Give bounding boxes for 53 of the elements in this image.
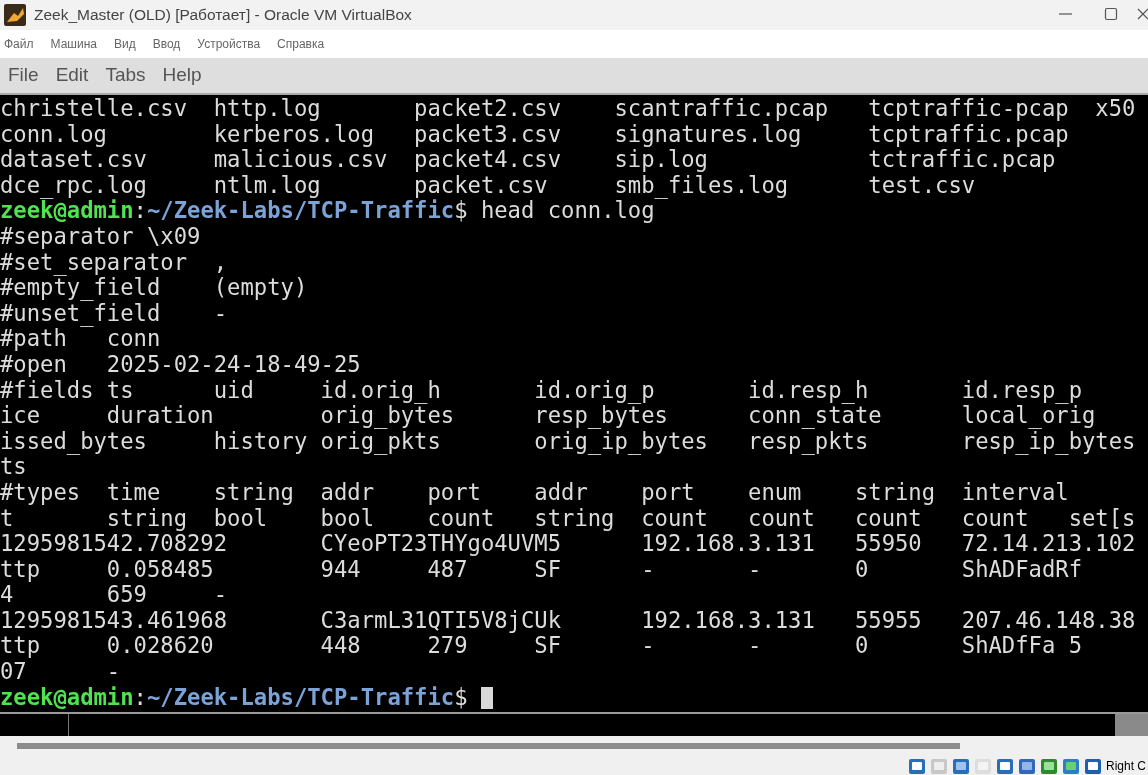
menu-item[interactable]: Устройства bbox=[197, 35, 261, 53]
terminal-line: #fields ts uid id.orig_h id.orig_p id.resp_h id.resp_p bbox=[0, 377, 1083, 404]
prompt-symbol: $ bbox=[454, 683, 468, 710]
prompt-user: zeek@admin bbox=[0, 197, 134, 224]
status-icon[interactable] bbox=[1084, 757, 1102, 775]
menu-item[interactable]: Tabs bbox=[105, 61, 146, 90]
menu-item[interactable]: Справка bbox=[277, 35, 325, 53]
scrollbar-handle[interactable] bbox=[1115, 714, 1148, 736]
menu-item[interactable]: Help bbox=[162, 61, 202, 90]
terminal-line: issed_bytes history orig_pkts orig_ip_bytes resp_pkts resp_ip_bytes bbox=[0, 428, 1137, 455]
terminal-line: ice duration orig_bytes resp_bytes conn_state local_orig bbox=[0, 403, 1097, 429]
prompt-path: ~/Zeek-Labs/TCP-Traffic bbox=[146, 683, 455, 710]
terminal-line: ts bbox=[0, 454, 27, 480]
prompt-separator: : bbox=[133, 683, 147, 710]
terminal-line: #empty_field (empty) bbox=[0, 275, 309, 301]
status-icon[interactable] bbox=[908, 757, 926, 775]
terminal-line: christelle.csv http.log packet2.csv scantraffic.pcap tcptraffic-pcap x50 bbox=[0, 96, 1137, 122]
terminal-line: 07 - bbox=[0, 659, 122, 685]
terminal-line: ttp 0.058485 944 487 SF - - 0 ShADFadRf bbox=[0, 556, 1083, 583]
status-icon[interactable] bbox=[996, 757, 1014, 775]
terminal-line: t string bool bool count string count count count count set[s bbox=[0, 505, 1137, 532]
status-icon[interactable] bbox=[1018, 757, 1036, 775]
menu-item[interactable]: Edit bbox=[55, 61, 89, 90]
terminal-line: 4 659 - bbox=[0, 582, 229, 608]
scrollbar[interactable] bbox=[17, 743, 960, 749]
menu-item[interactable]: File bbox=[8, 61, 39, 90]
terminal-line: #set_separator , bbox=[0, 249, 229, 276]
terminal-line: #open 2025-02-24-18-49-25 bbox=[0, 351, 362, 378]
terminal-line: ttp 0.028620 448 279 SF - - 0 ShADfFa 5 bbox=[0, 633, 1083, 660]
menu-item[interactable]: Ввод bbox=[152, 35, 181, 53]
menu-item[interactable]: Машина bbox=[50, 35, 97, 53]
terminal-line: 1295981542.708292 CYeoPT23THYgo4UVM5 192.168.3.131 55950 72.14.213.102 bbox=[0, 531, 1137, 557]
terminal-line: 1295981543.461968 C3armL31QTI5V8jCUk 192.168.3.131 55955 207.46.148.38 bbox=[0, 607, 1137, 634]
terminal-line: #types time string addr port addr port enum string interval bbox=[0, 479, 1070, 506]
host-key-label: Right C bbox=[1106, 758, 1146, 775]
app-logo-icon bbox=[4, 4, 26, 26]
status-icon[interactable] bbox=[1062, 757, 1080, 775]
prompt-path: ~/Zeek-Labs/TCP-Traffic bbox=[146, 197, 455, 224]
prompt-separator: : bbox=[133, 197, 147, 224]
command-text: head conn.log bbox=[480, 197, 655, 224]
terminal-line: dce_rpc.log ntlm.log packet.csv smb_files.log test.csv bbox=[0, 172, 976, 199]
terminal-line: #path conn bbox=[0, 326, 162, 352]
terminal-line: dataset.csv malicious.csv packet4.csv sip.log tctraffic.pcap bbox=[0, 147, 1056, 173]
menu-item[interactable]: Вид bbox=[113, 35, 136, 53]
terminal-line: #separator \x09 bbox=[0, 223, 202, 250]
menu-item[interactable]: Файл bbox=[4, 35, 34, 53]
terminal-line: conn.log kerberos.log packet3.csv signatures.log tcptraffic.pcap bbox=[0, 121, 1070, 148]
status-icon[interactable] bbox=[1040, 757, 1058, 775]
terminal-line: #unset_field - bbox=[0, 300, 228, 327]
prompt-symbol: $ bbox=[454, 197, 468, 224]
prompt-user: zeek@admin bbox=[0, 683, 134, 710]
window-title: Zeek_Master (OLD) [Работает] - Oracle VM VirtualBox bbox=[34, 5, 412, 26]
status-icon[interactable] bbox=[952, 757, 970, 775]
